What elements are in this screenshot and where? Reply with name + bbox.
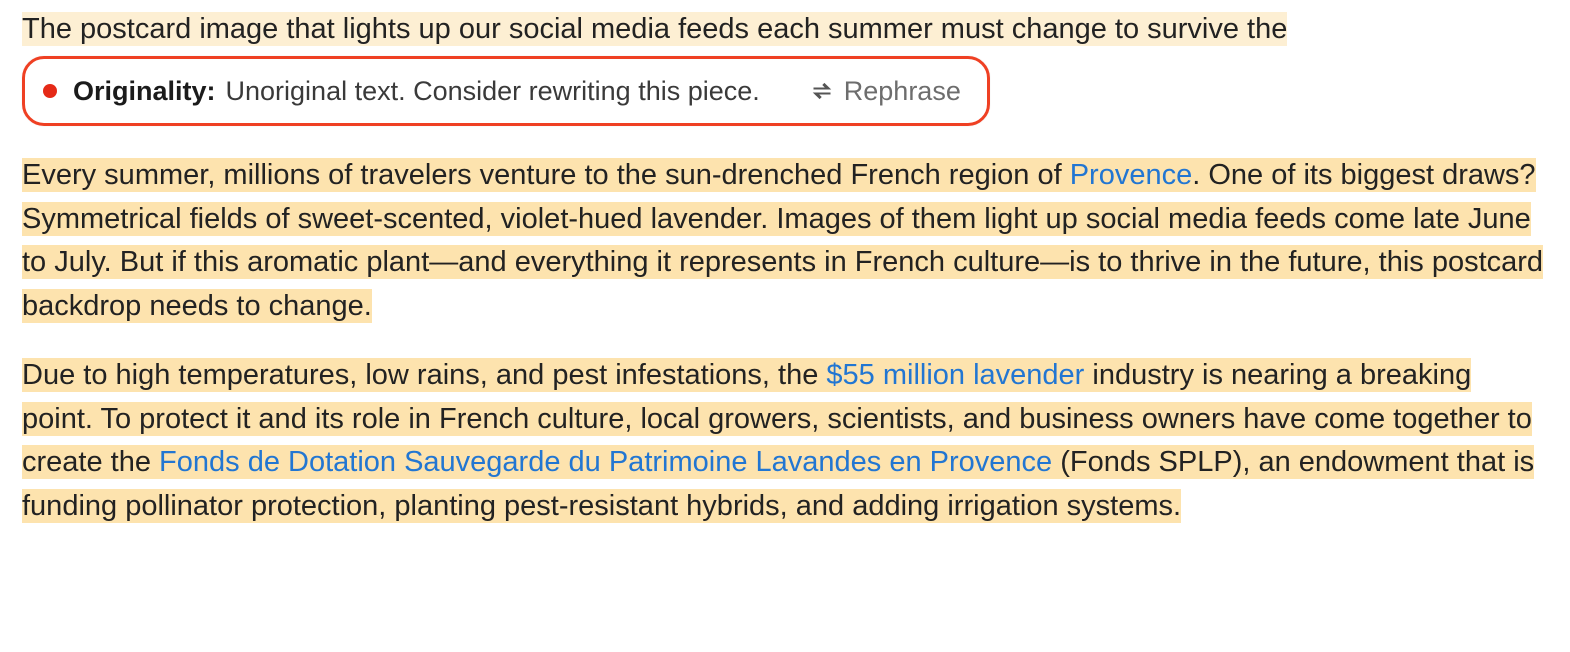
p1-seg1[interactable]: Every summer, millions of travelers vent… <box>22 158 1070 192</box>
link-provence[interactable]: Provence <box>1070 158 1193 192</box>
paragraph-2: Due to high temperatures, low rains, and… <box>22 354 1548 528</box>
originality-message: Unoriginal text. Consider rewriting this… <box>226 71 760 112</box>
originality-label: Originality: <box>73 71 216 112</box>
rephrase-label: Rephrase <box>844 71 961 112</box>
p2-seg1[interactable]: Due to high temperatures, low rains, and… <box>22 358 826 392</box>
originality-callout: Originality: Unoriginal text. Consider r… <box>22 56 990 127</box>
intro-line: The postcard image that lights up our so… <box>22 8 1548 52</box>
rephrase-button[interactable]: Rephrase <box>810 71 961 112</box>
originality-callout-wrap: Originality: Unoriginal text. Consider r… <box>22 56 1548 127</box>
document-page: The postcard image that lights up our so… <box>0 0 1570 574</box>
rephrase-icon <box>810 79 834 103</box>
link-fonds-splp[interactable]: Fonds de Dotation Sauvegarde du Patrimoi… <box>159 445 1052 479</box>
link-lavender-industry[interactable]: $55 million lavender <box>826 358 1084 392</box>
intro-text[interactable]: The postcard image that lights up our so… <box>22 12 1287 46</box>
status-dot-icon <box>43 84 57 98</box>
paragraph-1: Every summer, millions of travelers vent… <box>22 154 1548 328</box>
